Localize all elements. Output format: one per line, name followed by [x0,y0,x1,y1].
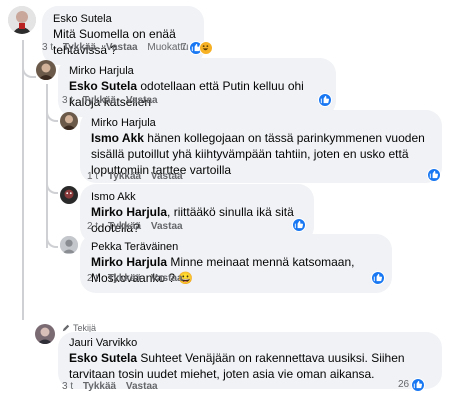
comment-actions: 3 t Tykkää Vastaa [62,95,165,107]
thread-branch [46,226,58,248]
like-icon [371,271,385,285]
comment-author[interactable]: Jauri Varvikko [69,336,431,350]
like-button[interactable]: Tykkää [108,273,141,284]
comment-mention[interactable]: Mirko Harjula [91,205,167,219]
like-button[interactable]: Tykkää [83,95,116,106]
reply-button[interactable]: Vastaa [151,221,183,232]
comment-actions: 2 t Tykkää Vastaa [87,273,190,285]
like-icon [427,168,441,182]
thread-branch [46,100,58,122]
avatar[interactable] [60,186,78,204]
comment-age[interactable]: 3 t [62,95,73,106]
avatar[interactable] [60,236,78,254]
reaction-summary[interactable] [427,168,441,182]
comment-author[interactable]: Mirko Harjula [69,64,325,78]
reply-button[interactable]: Vastaa [151,273,183,284]
reaction-summary[interactable] [292,218,306,232]
reaction-summary[interactable] [371,271,385,285]
like-button[interactable]: Tykkää [63,42,96,53]
like-button[interactable]: Tykkää [108,171,141,182]
reply-button[interactable]: Vastaa [126,95,158,106]
comment-actions: 3 t Tykkää Vastaa [62,381,165,393]
comment-mention[interactable]: Esko Sutela [69,79,137,93]
comment-mention[interactable]: Ismo Akk [91,131,144,145]
comment-mention[interactable]: Mirko Harjula [91,255,167,269]
comment-age[interactable]: 2 t [87,273,98,284]
reply-button[interactable]: Vastaa [106,42,138,53]
comment-actions: 1 t Tykkää Vastaa [87,171,190,183]
thread-branch [22,58,36,78]
reaction-summary[interactable]: 7 [181,41,213,55]
comment-age[interactable]: 1 t [87,171,98,182]
like-button[interactable]: Tykkää [108,221,141,232]
haha-icon [198,41,213,55]
like-icon [411,378,426,392]
comment-age[interactable]: 3 t [62,381,73,392]
comment-bubble: Esko Sutela Mitä Suomella on enää tehtäv… [42,6,204,65]
reaction-count: 26 [398,379,410,390]
thread-branch [46,172,58,194]
thread-line [22,40,24,320]
reaction-summary[interactable]: 26 [398,378,426,392]
like-button[interactable]: Tykkää [83,381,116,392]
avatar[interactable] [35,324,55,344]
comment-age[interactable]: 2 t [87,221,98,232]
reply-button[interactable]: Vastaa [151,171,183,182]
comment-actions: 3 t Tykkää Vastaa Muokattu [42,42,196,54]
comment-author[interactable]: Esko Sutela [53,12,193,26]
comment-author[interactable]: Mirko Harjula [91,116,431,130]
comment-mention[interactable]: Esko Sutela [69,351,137,365]
comment-author[interactable]: Ismo Akk [91,190,303,204]
avatar[interactable] [60,112,78,130]
avatar[interactable] [36,60,56,80]
comment-bubble: Mirko Harjula Esko Sutela odotellaan ett… [58,58,336,117]
avatar[interactable] [8,6,36,34]
comment-age[interactable]: 3 t [42,42,53,53]
comment-author[interactable]: Pekka Teräväinen [91,240,381,254]
reaction-summary[interactable] [318,93,332,107]
like-icon [292,218,306,232]
reaction-count: 7 [181,42,187,53]
pencil-icon [62,324,70,332]
comment-actions: 2 t Tykkää Vastaa [87,221,190,233]
like-icon [318,93,332,107]
reply-button[interactable]: Vastaa [126,381,158,392]
